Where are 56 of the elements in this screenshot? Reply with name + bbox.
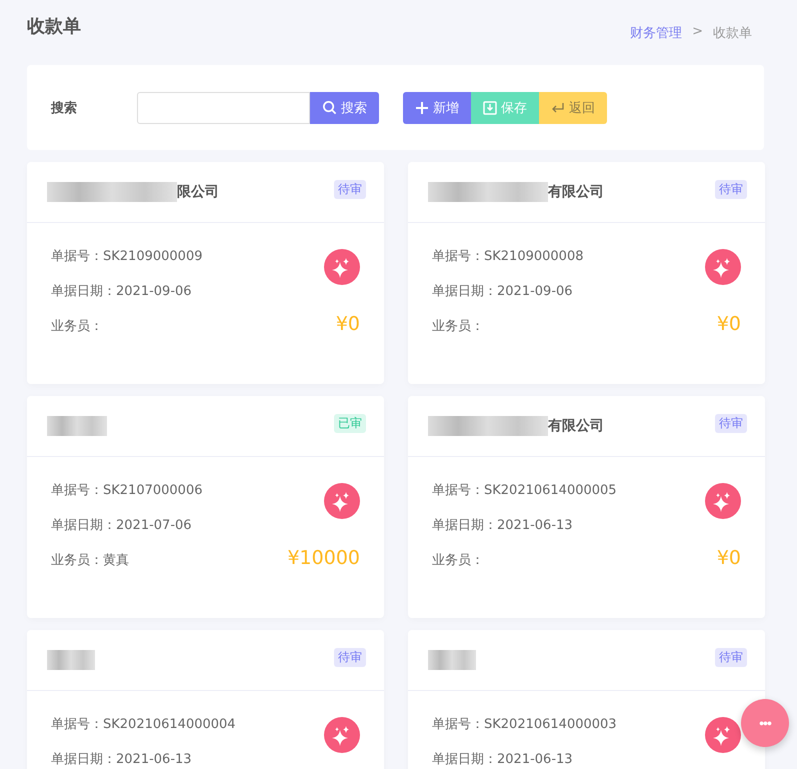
status-tag: 待审 <box>715 180 747 199</box>
document-number: 单据号：SK2109000008 <box>432 248 584 266</box>
document-date: 单据日期：2021-09-06 <box>51 283 193 301</box>
receipt-card[interactable]: 已审 单据号：SK2107000006 单据日期：2021-07-06 业务员：黄真 ¥10000 <box>27 396 384 618</box>
search-field[interactable] <box>137 92 310 124</box>
sparkle-icon[interactable] <box>324 717 360 753</box>
sparkle-icon[interactable] <box>705 717 741 753</box>
document-number: 单据号：SK2107000006 <box>51 482 202 500</box>
add-button[interactable]: 新增 <box>403 92 471 124</box>
download-icon <box>483 100 497 114</box>
status-tag: 待审 <box>334 180 366 199</box>
document-number: 单据号：SK20210614000003 <box>432 716 617 734</box>
blurred-name <box>47 416 107 436</box>
document-date: 单据日期：2021-06-13 <box>432 751 574 769</box>
receipt-card[interactable]: 待审 单据号：SK20210614000004 单据日期：2021-06-13 <box>27 630 384 769</box>
company-name: 限公司 <box>177 183 219 201</box>
amount: ¥10000 <box>287 547 360 569</box>
salesperson: 业务员： <box>432 552 485 570</box>
company-name: 有限公司 <box>548 183 604 201</box>
receipt-card[interactable]: 有限公司 待审 单据号：SK2109000008 单据日期：2021-09-06 业务员： ¥0 <box>408 162 765 384</box>
status-tag: 待审 <box>715 648 747 667</box>
document-date: 单据日期：2021-07-06 <box>51 517 193 535</box>
sparkle-icon[interactable] <box>705 483 741 519</box>
plus-icon <box>415 100 429 114</box>
breadcrumb-text: 收款单 <box>713 25 752 43</box>
status-tag: 已审 <box>334 414 366 433</box>
salesperson: 业务员： <box>51 318 104 336</box>
amount: ¥0 <box>336 313 360 335</box>
document-number: 单据号：SK20210614000005 <box>432 482 617 500</box>
status-tag: 待审 <box>715 414 747 433</box>
sparkle-icon[interactable] <box>324 483 360 519</box>
sparkle-icon[interactable] <box>324 249 360 285</box>
search-label: 搜索 <box>51 100 78 116</box>
amount: ¥0 <box>716 313 741 335</box>
document-number: 单据号：SK20210614000004 <box>51 716 236 734</box>
sparkle-icon[interactable] <box>705 249 741 285</box>
blurred-name <box>47 650 95 670</box>
company-name: 有限公司 <box>548 417 604 435</box>
receipt-card[interactable]: 限公司 待审 单据号：SK2109000009 单据日期：2021-09-06 业务员： ¥0 <box>27 162 384 384</box>
amount: ¥0 <box>716 547 741 569</box>
breadcrumb-link[interactable]: 财务管理 <box>630 24 682 65</box>
document-date: 单据日期：2021-06-13 <box>51 751 193 769</box>
salesperson: 业务员： <box>432 318 485 336</box>
blurred-name <box>428 650 476 670</box>
document-date: 单据日期：2021-06-13 <box>432 517 574 535</box>
page-title: 收款单 <box>27 15 81 39</box>
search-icon <box>322 100 337 115</box>
receipt-card[interactable]: 有限公司 待审 单据号：SK20210614000005 单据日期：2021-06-13 业务员： ¥0 <box>408 396 765 618</box>
status-tag: 待审 <box>334 648 366 667</box>
search-button[interactable]: 搜索 <box>310 92 379 124</box>
document-date: 单据日期：2021-09-06 <box>432 283 574 301</box>
salesperson: 业务员：黄真 <box>51 552 130 570</box>
breadcrumb-text: > <box>692 24 703 41</box>
back-button[interactable]: 返回 <box>539 92 607 124</box>
document-number: 单据号：SK2109000009 <box>51 248 202 266</box>
return-icon <box>551 100 565 114</box>
